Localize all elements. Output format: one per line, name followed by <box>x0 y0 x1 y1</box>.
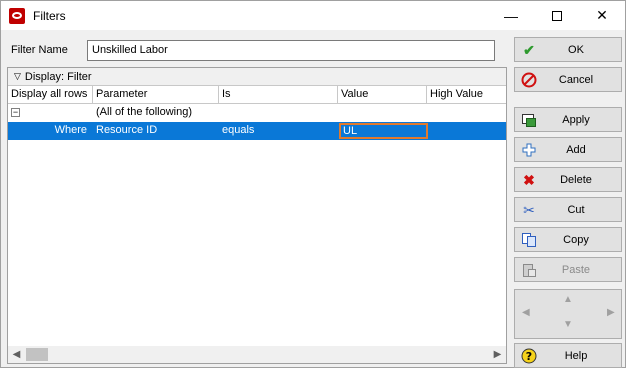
maximize-icon <box>552 10 562 21</box>
app-logo-icon <box>9 7 25 24</box>
table-row[interactable]: Where Resource ID equals UL <box>8 122 506 140</box>
paste-button[interactable]: Paste <box>514 257 622 282</box>
no-entry-icon <box>521 72 537 88</box>
move-up-icon[interactable]: ▲ <box>563 294 573 305</box>
column-header-high-value[interactable]: High Value <box>427 86 506 104</box>
move-right-icon[interactable]: ▶ <box>607 307 615 318</box>
check-icon: ✔ <box>523 41 535 58</box>
svg-text:?: ? <box>526 350 532 363</box>
copy-button[interactable]: Copy <box>514 227 622 252</box>
column-header-value[interactable]: Value <box>338 86 427 104</box>
horizontal-scrollbar[interactable]: ◀ ▶ <box>8 346 506 363</box>
move-pad: ◀ ▲ ▼ ▶ <box>514 289 622 339</box>
paste-icon <box>521 262 537 278</box>
scroll-right-icon[interactable]: ▶ <box>489 346 506 363</box>
display-cell[interactable]: Where <box>8 122 90 140</box>
filters-dialog: Filters — ✕ Filter Name Unskilled Labor … <box>0 0 626 368</box>
is-cell[interactable]: equals <box>219 122 338 140</box>
x-icon: ✖ <box>523 171 535 188</box>
filter-grid: ▽ Display: Filter Display all rows Param… <box>7 67 507 364</box>
high-value-cell[interactable] <box>427 122 506 140</box>
scroll-left-icon[interactable]: ◀ <box>8 346 25 363</box>
group-bar[interactable]: ▽ Display: Filter <box>8 68 506 86</box>
group-label: Display: Filter <box>24 70 92 83</box>
maximize-button[interactable] <box>534 1 580 30</box>
apply-button[interactable]: Apply <box>514 107 622 132</box>
add-button[interactable]: Add <box>514 137 622 162</box>
help-button[interactable]: ? Help <box>514 343 622 368</box>
delete-button[interactable]: ✖ Delete <box>514 167 622 192</box>
ok-button[interactable]: ✔ OK <box>514 37 622 62</box>
title-bar: Filters — ✕ <box>1 1 625 30</box>
parameter-cell[interactable]: (All of the following) <box>93 104 338 122</box>
copy-icon <box>521 232 537 248</box>
cancel-button[interactable]: Cancel <box>514 67 622 92</box>
plus-icon <box>521 142 537 158</box>
move-down-icon[interactable]: ▼ <box>563 319 573 330</box>
table-row[interactable]: − (All of the following) <box>8 104 506 122</box>
cut-button[interactable]: ✂ Cut <box>514 197 622 222</box>
apply-icon <box>521 112 537 128</box>
filter-name-label: Filter Name <box>11 44 68 56</box>
filter-name-input[interactable]: Unskilled Labor <box>87 40 495 61</box>
chevron-down-icon[interactable]: ▽ <box>14 71 21 82</box>
column-header-is[interactable]: Is <box>219 86 338 104</box>
close-button[interactable]: ✕ <box>579 1 625 30</box>
scissors-icon: ✂ <box>523 201 535 218</box>
collapse-toggle[interactable]: − <box>11 108 20 117</box>
help-icon: ? <box>521 348 537 364</box>
window-title: Filters <box>33 8 66 23</box>
value-input[interactable]: UL <box>339 123 428 139</box>
column-header-parameter[interactable]: Parameter <box>93 86 219 104</box>
parameter-cell[interactable]: Resource ID <box>93 122 219 140</box>
move-left-icon[interactable]: ◀ <box>522 307 530 318</box>
column-header-display[interactable]: Display all rows <box>8 86 93 104</box>
scroll-thumb[interactable] <box>26 348 48 361</box>
minimize-button[interactable]: — <box>488 1 534 30</box>
